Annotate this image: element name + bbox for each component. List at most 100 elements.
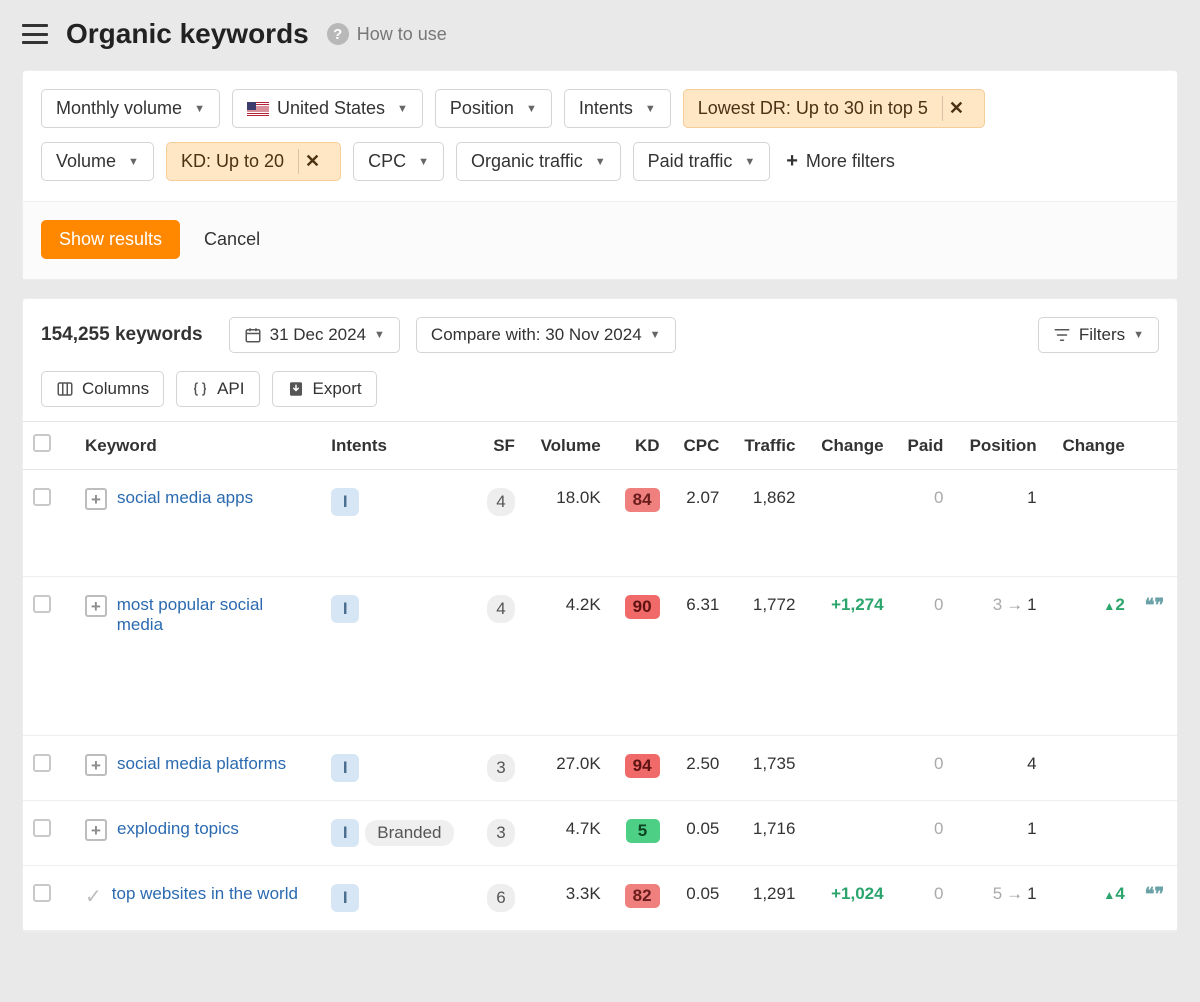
check-icon[interactable]: ✓	[85, 884, 102, 909]
filter-monthly-volume[interactable]: Monthly volume ▼	[41, 89, 220, 128]
filter-row-1: Monthly volume ▼ United States ▼ Positio…	[41, 89, 1159, 128]
col-position[interactable]: Position	[953, 422, 1046, 470]
cell-change	[805, 470, 893, 577]
cell-position: 4	[953, 736, 1046, 801]
intent-badge: I	[331, 595, 359, 623]
results-table: Keyword Intents SF Volume KD CPC Traffic…	[23, 421, 1177, 931]
filter-label: Lowest DR: Up to 30 in top 5	[698, 98, 928, 119]
close-icon[interactable]: ✕	[298, 149, 326, 174]
filters-button[interactable]: Filters ▼	[1038, 317, 1159, 353]
hamburger-icon[interactable]	[22, 24, 48, 44]
cell-paid: 0	[894, 736, 954, 801]
select-all-checkbox[interactable]	[33, 434, 51, 452]
cell-cpc: 0.05	[670, 801, 730, 866]
chevron-down-icon: ▼	[374, 329, 385, 341]
row-checkbox[interactable]	[33, 595, 51, 613]
table-row: +exploding topicsIBranded34.7K50.051,716…	[23, 801, 1177, 866]
cell-change2	[1047, 470, 1135, 577]
filter-label: Position	[450, 98, 514, 119]
cell-paid: 0	[894, 801, 954, 866]
how-to-use-link[interactable]: ? How to use	[327, 23, 447, 45]
api-button[interactable]: API	[176, 371, 259, 407]
show-results-button[interactable]: Show results	[41, 220, 180, 259]
table-row: +social media appsI418.0K842.071,86201	[23, 470, 1177, 577]
row-checkbox[interactable]	[33, 488, 51, 506]
cell-position: 3→1	[953, 577, 1046, 736]
chevron-down-icon: ▼	[128, 156, 139, 168]
kd-badge: 94	[625, 754, 660, 778]
chevron-down-icon: ▼	[418, 156, 429, 168]
col-change2[interactable]: Change	[1047, 422, 1135, 470]
cell-traffic: 1,735	[729, 736, 805, 801]
filter-icon	[1053, 326, 1071, 344]
more-filters-button[interactable]: + More filters	[782, 142, 899, 181]
sf-pill: 6	[487, 884, 515, 912]
cell-sf: 4	[474, 470, 525, 577]
add-keyword-button[interactable]: +	[85, 819, 107, 841]
filter-actions: Show results Cancel	[23, 202, 1177, 279]
filter-paid-traffic[interactable]: Paid traffic ▼	[633, 142, 771, 181]
add-keyword-button[interactable]: +	[85, 754, 107, 776]
cell-volume: 4.7K	[525, 801, 611, 866]
col-paid[interactable]: Paid	[894, 422, 954, 470]
chevron-down-icon: ▼	[194, 103, 205, 115]
cell-extra: ❝❞	[1135, 866, 1177, 931]
compare-picker[interactable]: Compare with: 30 Nov 2024 ▼	[416, 317, 676, 353]
filter-label: Paid traffic	[648, 151, 733, 172]
col-traffic[interactable]: Traffic	[729, 422, 805, 470]
filter-position[interactable]: Position ▼	[435, 89, 552, 128]
filter-area: Monthly volume ▼ United States ▼ Positio…	[23, 71, 1177, 202]
filter-intents[interactable]: Intents ▼	[564, 89, 671, 128]
table-row: +most popular social mediaI44.2K906.311,…	[23, 577, 1177, 736]
filter-kd[interactable]: KD: Up to 20 ✕	[166, 142, 341, 181]
cell-sf: 3	[474, 736, 525, 801]
filter-organic-traffic[interactable]: Organic traffic ▼	[456, 142, 621, 181]
sf-pill: 4	[487, 595, 515, 623]
us-flag-icon	[247, 102, 269, 116]
filter-label: Organic traffic	[471, 151, 583, 172]
keyword-link[interactable]: most popular social media	[117, 595, 312, 635]
quote-icon[interactable]: ❝❞	[1145, 884, 1164, 904]
keyword-link[interactable]: exploding topics	[117, 819, 239, 839]
chevron-down-icon: ▼	[526, 103, 537, 115]
row-checkbox[interactable]	[33, 884, 51, 902]
col-cpc[interactable]: CPC	[670, 422, 730, 470]
col-intents[interactable]: Intents	[321, 422, 473, 470]
columns-button[interactable]: Columns	[41, 371, 164, 407]
date-picker[interactable]: 31 Dec 2024 ▼	[229, 317, 400, 353]
keyword-link[interactable]: social media apps	[117, 488, 253, 508]
export-button[interactable]: Export	[272, 371, 377, 407]
quote-icon[interactable]: ❝❞	[1145, 595, 1164, 615]
row-checkbox[interactable]	[33, 819, 51, 837]
keyword-link[interactable]: top websites in the world	[112, 884, 298, 904]
filter-lowest-dr[interactable]: Lowest DR: Up to 30 in top 5 ✕	[683, 89, 985, 128]
compare-label: Compare with: 30 Nov 2024	[431, 325, 642, 345]
row-checkbox[interactable]	[33, 754, 51, 772]
close-icon[interactable]: ✕	[942, 96, 970, 121]
more-filters-label: More filters	[806, 151, 895, 172]
chevron-down-icon: ▼	[397, 103, 408, 115]
columns-icon	[56, 380, 74, 398]
col-change[interactable]: Change	[805, 422, 893, 470]
table-header: Keyword Intents SF Volume KD CPC Traffic…	[23, 422, 1177, 470]
add-keyword-button[interactable]: +	[85, 488, 107, 510]
col-volume[interactable]: Volume	[525, 422, 611, 470]
filter-volume[interactable]: Volume ▼	[41, 142, 154, 181]
cell-change2	[1047, 736, 1135, 801]
keyword-link[interactable]: social media platforms	[117, 754, 286, 774]
cell-sf: 6	[474, 866, 525, 931]
add-keyword-button[interactable]: +	[85, 595, 107, 617]
col-kd[interactable]: KD	[611, 422, 670, 470]
sf-pill: 3	[487, 754, 515, 782]
filter-cpc[interactable]: CPC ▼	[353, 142, 444, 181]
chevron-down-icon: ▼	[645, 103, 656, 115]
kd-badge: 5	[626, 819, 660, 843]
cancel-button[interactable]: Cancel	[204, 229, 260, 250]
cell-kd: 94	[611, 736, 670, 801]
col-keyword[interactable]: Keyword	[75, 422, 321, 470]
col-sf[interactable]: SF	[474, 422, 525, 470]
toolbar: 154,255 keywords 31 Dec 2024 ▼ Compare w…	[23, 299, 1177, 371]
filter-country[interactable]: United States ▼	[232, 89, 423, 128]
cell-traffic: 1,772	[729, 577, 805, 736]
cell-change	[805, 736, 893, 801]
